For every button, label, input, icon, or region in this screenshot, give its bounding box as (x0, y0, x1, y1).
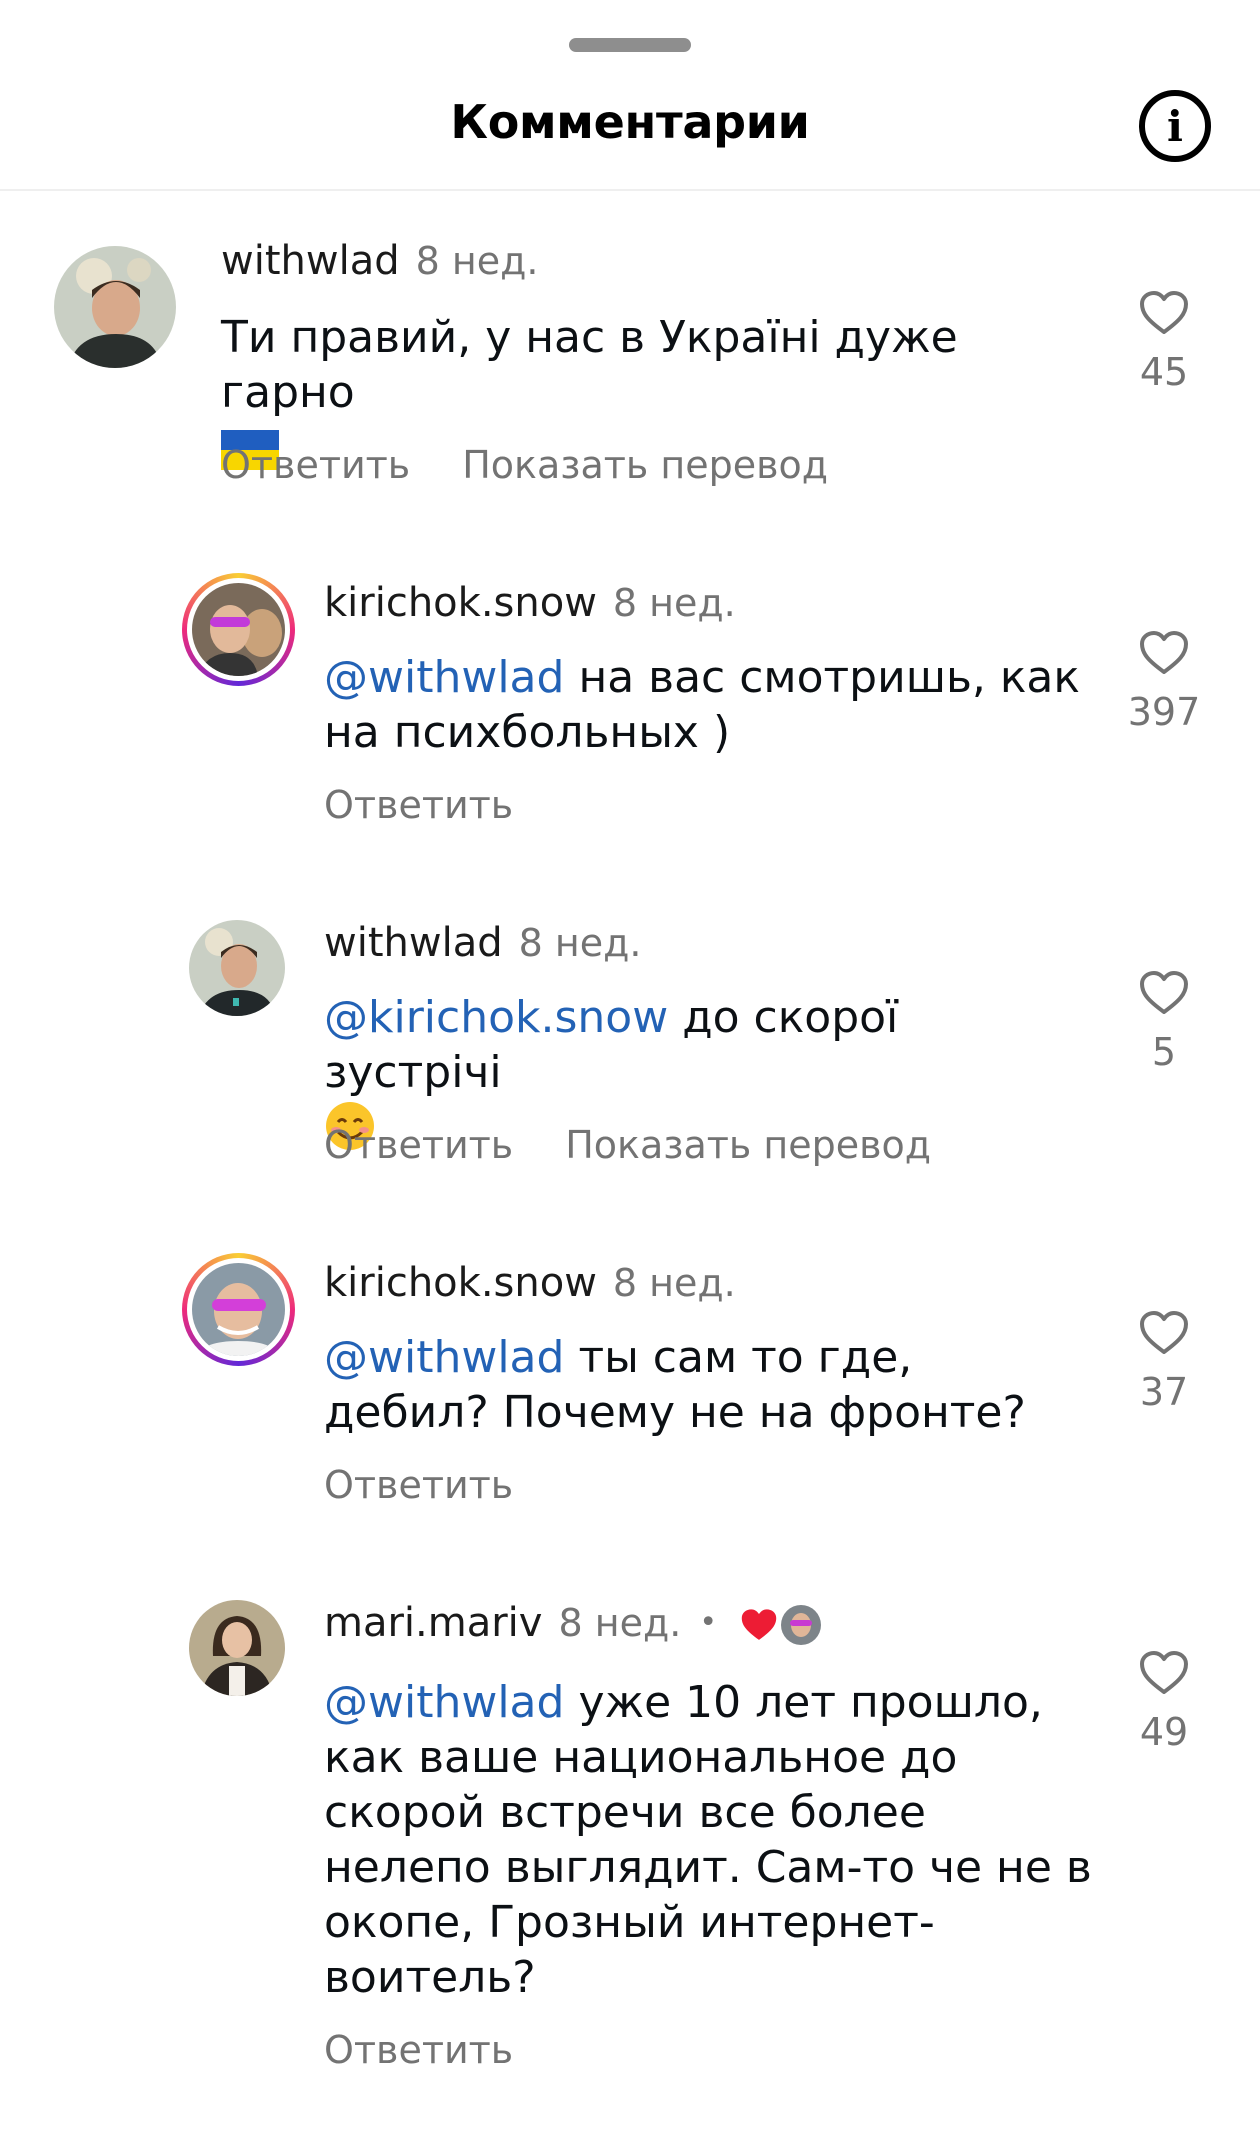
reply-button[interactable]: Ответить (324, 1123, 513, 1167)
reply-button[interactable]: Ответить (324, 2028, 513, 2072)
comment-actions: Ответить (324, 783, 513, 827)
page-title: Комментарии (450, 95, 810, 149)
comment-time: 8 нед. (612, 581, 736, 625)
comment-text: @withwlad на вас смотришь, как на психбо… (324, 650, 1084, 760)
comment-username[interactable]: mari.mariv 8 нед. • (324, 1600, 822, 1646)
username-text[interactable]: mari.mariv (324, 1600, 542, 1646)
like-control: 45 (1114, 290, 1214, 394)
header-divider (0, 189, 1260, 191)
mention-link[interactable]: @withwlad (324, 652, 564, 703)
like-control: 5 (1114, 970, 1214, 1074)
avatar-story-ring[interactable] (182, 1253, 295, 1366)
comment-actions: Ответить (324, 1463, 513, 1507)
comment-actions: Ответить Показать перевод (221, 443, 828, 487)
like-control: 49 (1114, 1650, 1214, 1754)
comment-time: 8 нед. (518, 921, 642, 965)
comment-body: Ти правий, у нас в Україні дуже гарно (221, 312, 958, 418)
comment-time: 8 нед. (415, 239, 539, 283)
avatar-story-ring[interactable] (182, 573, 295, 686)
mention-link[interactable]: @withwlad (324, 1677, 564, 1728)
username-text[interactable]: kirichok.snow (324, 1260, 597, 1306)
like-count: 45 (1139, 350, 1189, 394)
show-translation-button[interactable]: Показать перевод (565, 1123, 931, 1167)
info-icon[interactable]: i (1139, 90, 1211, 162)
mention-link[interactable]: @kirichok.snow (324, 992, 668, 1043)
heart-outline-icon[interactable] (1139, 1310, 1189, 1356)
like-control: 397 (1114, 630, 1214, 734)
avatar (192, 1263, 285, 1356)
comment-actions: Ответить (324, 2028, 513, 2072)
heart-outline-icon[interactable] (1139, 630, 1189, 676)
heart-outline-icon[interactable] (1139, 1650, 1189, 1696)
avatar[interactable] (54, 246, 176, 368)
avatar[interactable] (189, 920, 285, 1016)
avatar[interactable] (189, 1600, 285, 1696)
heart-outline-icon[interactable] (1139, 290, 1189, 336)
username-text[interactable]: kirichok.snow (324, 580, 597, 626)
like-count: 49 (1139, 1710, 1189, 1754)
heart-outline-icon[interactable] (1139, 970, 1189, 1016)
comment-text: @withwlad ты сам то где, дебил? Почему н… (324, 1330, 1084, 1440)
like-count: 397 (1127, 690, 1201, 734)
like-control: 37 (1114, 1310, 1214, 1414)
comment-username[interactable]: kirichok.snow 8 нед. (324, 1260, 736, 1306)
comment-username[interactable]: kirichok.snow 8 нед. (324, 580, 736, 626)
show-translation-button[interactable]: Показать перевод (462, 443, 828, 487)
comment-text: @withwlad уже 10 лет прошло, как ваше на… (324, 1675, 1104, 2005)
comment-username[interactable]: withwlad 8 нед. (324, 920, 641, 966)
comment-username[interactable]: withwlad 8 нед. (221, 238, 538, 284)
reply-button[interactable]: Ответить (324, 1463, 513, 1507)
info-glyph: i (1167, 101, 1183, 151)
avatar (192, 583, 285, 676)
author-mini-avatar (781, 1605, 822, 1645)
comment-actions: Ответить Показать перевод (324, 1123, 931, 1167)
reply-button[interactable]: Ответить (324, 783, 513, 827)
comment-time: 8 нед. (558, 1601, 682, 1645)
heart-filled-icon (741, 1609, 777, 1640)
mention-link[interactable]: @withwlad (324, 1332, 564, 1383)
sheet-drag-handle[interactable] (569, 38, 691, 52)
separator-dot: • (699, 1605, 718, 1640)
like-count: 5 (1151, 1030, 1177, 1074)
reply-button[interactable]: Ответить (221, 443, 410, 487)
comments-sheet: Комментарии i withwlad 8 нед. Ти правий, … (0, 0, 1260, 2138)
username-text[interactable]: withwlad (221, 238, 400, 284)
liked-by-author-indicator (739, 1605, 822, 1645)
comment-time: 8 нед. (612, 1261, 736, 1305)
username-text[interactable]: withwlad (324, 920, 503, 966)
like-count: 37 (1139, 1370, 1189, 1414)
